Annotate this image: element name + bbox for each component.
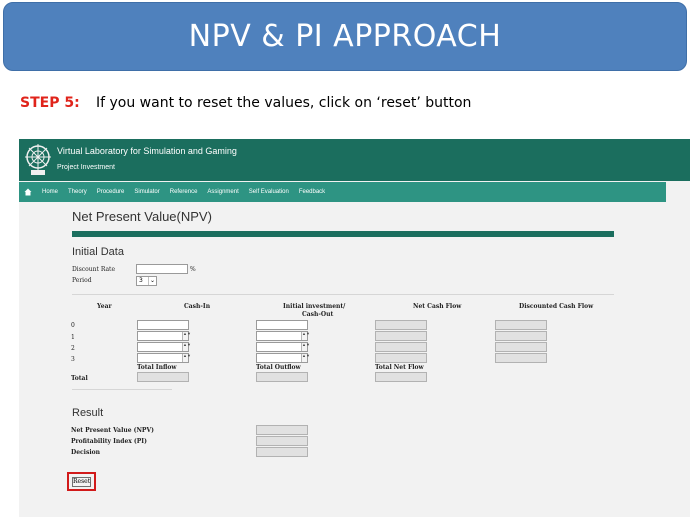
discount-rate-label: Discount Rate [72, 266, 116, 273]
app-title: Virtual Laboratory for Simulation and Ga… [57, 146, 237, 156]
pi-label: Profitability Index (PI) [71, 438, 147, 445]
spinner-icon[interactable]: ▲▼ [182, 343, 191, 351]
col-cash-out: Cash-Out [302, 311, 334, 318]
period-select[interactable]: 3 ⌄ [136, 276, 157, 286]
chevron-down-icon: ⌄ [148, 277, 156, 285]
nav-procedure[interactable]: Procedure [92, 189, 130, 195]
title-divider [72, 231, 614, 237]
total-label: Total [71, 375, 88, 382]
spinner-icon[interactable]: ▲▼ [301, 354, 310, 362]
col-year: Year [97, 303, 112, 310]
spinner-icon[interactable]: ▲▼ [182, 354, 191, 362]
app-subtitle: Project Investment [57, 164, 115, 171]
cash-in-input-year-3[interactable]: ▲▼ [137, 353, 191, 363]
period-label: Period [72, 277, 92, 284]
npv-label: Net Present Value (NPV) [71, 427, 154, 434]
cash-in-input-year-0[interactable] [137, 320, 189, 330]
slide-banner-title: NPV & PI APPROACH [3, 2, 687, 71]
cash-out-input-year-3[interactable]: ▲▼ [256, 353, 310, 363]
total-outflow-value [256, 372, 308, 382]
section-divider [72, 389, 172, 390]
nav-feedback[interactable]: Feedback [294, 189, 330, 195]
section-divider [72, 294, 614, 295]
discounted-cash-flow-year-2 [495, 342, 547, 352]
year-2: 2 [71, 345, 75, 352]
period-select-value: 3 [139, 277, 143, 284]
col-discounted-cash-flow: Discounted Cash Flow [519, 303, 594, 310]
step-label: STEP 5: [20, 95, 80, 111]
col-net-cash-flow: Net Cash Flow [413, 303, 462, 310]
discounted-cash-flow-year-3 [495, 353, 547, 363]
net-cash-flow-year-1 [375, 331, 427, 341]
cash-out-input-year-1[interactable]: ▲▼ [256, 331, 310, 341]
result-heading: Result [72, 407, 104, 419]
spinner-icon[interactable]: ▲▼ [301, 332, 310, 340]
net-cash-flow-year-0 [375, 320, 427, 330]
nav-self-evaluation[interactable]: Self Evaluation [244, 189, 294, 195]
year-1: 1 [71, 334, 75, 341]
cash-out-input-year-0[interactable] [256, 320, 308, 330]
percent-sign: % [190, 266, 196, 273]
nav-home[interactable]: Home [37, 189, 63, 195]
cash-in-input-year-2[interactable]: ▲▼ [137, 342, 191, 352]
net-cash-flow-year-2 [375, 342, 427, 352]
app-header: Virtual Laboratory for Simulation and Ga… [19, 139, 690, 181]
nav-theory[interactable]: Theory [63, 189, 92, 195]
decision-label: Decision [71, 449, 100, 456]
discounted-cash-flow-year-1 [495, 331, 547, 341]
nav-simulator[interactable]: Simulator [129, 189, 164, 195]
institute-logo [25, 144, 51, 175]
total-outflow-label: Total Outflow [256, 364, 301, 371]
reset-highlight-box: Reset [67, 472, 96, 491]
spinner-icon[interactable]: ▲▼ [301, 343, 310, 351]
total-inflow-label: Total Inflow [137, 364, 177, 371]
page-title: Net Present Value(NPV) [72, 209, 212, 224]
col-cash-in: Cash-In [184, 303, 211, 310]
home-icon[interactable] [19, 182, 37, 202]
reset-button[interactable]: Reset [72, 477, 91, 487]
step-text: If you want to reset the values, click o… [96, 95, 472, 111]
cash-in-input-year-1[interactable]: ▲▼ [137, 331, 191, 341]
app-screenshot: Virtual Laboratory for Simulation and Ga… [19, 139, 690, 517]
discount-rate-input[interactable] [136, 264, 188, 274]
net-cash-flow-year-3 [375, 353, 427, 363]
pi-value [256, 436, 308, 446]
nav-reference[interactable]: Reference [165, 189, 203, 195]
total-inflow-value [137, 372, 189, 382]
year-3: 3 [71, 356, 75, 363]
cash-out-input-year-2[interactable]: ▲▼ [256, 342, 310, 352]
total-net-flow-value [375, 372, 427, 382]
discounted-cash-flow-year-0 [495, 320, 547, 330]
spinner-icon[interactable]: ▲▼ [182, 332, 191, 340]
year-0: 0 [71, 322, 75, 329]
initial-data-heading: Initial Data [72, 246, 124, 258]
decision-value [256, 447, 308, 457]
nav-assignment[interactable]: Assignment [202, 189, 243, 195]
col-initial-investment: Initial investment/ [283, 303, 346, 310]
total-net-flow-label: Total Net Flow [375, 364, 424, 371]
npv-value [256, 425, 308, 435]
main-navbar: Home Theory Procedure Simulator Referenc… [19, 182, 666, 202]
